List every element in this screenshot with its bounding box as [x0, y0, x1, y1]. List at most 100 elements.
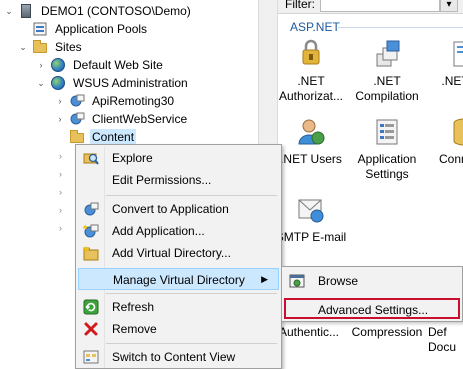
feature-label: Authentic...	[278, 325, 340, 339]
compilation-icon	[371, 38, 403, 70]
expand-icon[interactable]: ›	[59, 169, 69, 179]
expand-icon[interactable]: ›	[59, 223, 69, 233]
expand-icon[interactable]: ›	[59, 205, 69, 215]
collapse-icon[interactable]: ⌄	[18, 42, 28, 52]
menu-item-label: Remove	[112, 322, 157, 336]
tree-node-wsus[interactable]: ⌄ WSUS Administration	[36, 74, 190, 92]
filter-label: Filter:	[285, 0, 315, 11]
feature-net-compilation[interactable]: .NET Compilation	[351, 38, 423, 104]
tree-node-app-pools[interactable]: Application Pools	[18, 20, 149, 38]
tree-node-label: WSUS Administration	[73, 76, 188, 90]
menu-item-manage-virtual-directory[interactable]: Manage Virtual Directory ▶	[78, 268, 279, 290]
section-header: ASP.NET	[290, 20, 340, 34]
tree-node-server[interactable]: ⌄ DEMO1 (CONTOSO\Demo)	[4, 2, 193, 20]
menu-item-label: Manage Virtual Directory	[113, 273, 245, 287]
globe-icon	[50, 75, 66, 91]
app-pools-icon	[32, 21, 48, 37]
globe-icon	[50, 57, 66, 73]
menu-item-add-application[interactable]: Add Application...	[78, 220, 279, 242]
highlight-box	[284, 298, 460, 319]
menu-item-label: Add Virtual Directory...	[112, 246, 231, 260]
section-divider	[338, 27, 463, 28]
authorization-icon	[295, 38, 327, 70]
filter-dropdown-icon[interactable]: ▾	[440, 0, 458, 12]
menu-item-label: Browse	[318, 274, 359, 288]
tree-node-client[interactable]: › ClientWebService	[55, 110, 189, 128]
menu-item-refresh[interactable]: Refresh	[78, 296, 279, 318]
content-view-icon	[83, 349, 99, 365]
expand-icon[interactable]: ›	[59, 187, 69, 197]
tree-node-label: ClientWebService	[92, 112, 188, 126]
expand-icon[interactable]: ›	[55, 114, 65, 124]
menu-item-add-virtual-directory[interactable]: Add Virtual Directory...	[78, 242, 279, 264]
tree-node-sites[interactable]: ⌄ Sites	[18, 38, 84, 56]
settings-list-icon	[371, 116, 403, 148]
convert-icon	[83, 201, 99, 217]
remove-icon	[83, 321, 99, 337]
menu-item-remove[interactable]: Remove	[78, 318, 279, 340]
collapse-icon[interactable]: ⌄	[36, 78, 46, 88]
menu-item-label: Add Application...	[112, 224, 205, 238]
menu-item-label: Edit Permissions...	[112, 173, 212, 187]
menu-item-label: Explore	[112, 151, 153, 165]
browse-icon	[289, 273, 305, 289]
feature-label: Application Settings	[357, 152, 417, 181]
add-virtual-directory-icon	[83, 245, 99, 261]
email-icon	[295, 194, 327, 226]
feature-label: Def Docu	[428, 325, 457, 354]
tree-node-label: Content	[90, 129, 137, 145]
menu-separator	[106, 343, 277, 344]
feature-net-users[interactable]: .NET Users	[278, 116, 347, 167]
menu-separator	[106, 195, 277, 196]
tree-node-label: Sites	[55, 40, 82, 54]
menu-separator	[106, 293, 277, 294]
context-menu: Explore Edit Permissions... Convert to A…	[75, 144, 282, 369]
expand-icon[interactable]: ›	[36, 60, 46, 70]
refresh-icon	[83, 299, 99, 315]
feature-label: .NET Users	[280, 152, 342, 166]
submenu-arrow-icon: ▶	[261, 274, 268, 284]
feature-label: .NET Compilation	[355, 74, 419, 103]
application-icon	[69, 93, 85, 109]
feature-label: Compression	[351, 325, 423, 339]
feature-connection-strings[interactable]: Conn Stri	[428, 116, 463, 167]
submenu-manage-virtual-directory: Browse Advanced Settings...	[281, 266, 463, 322]
explore-icon	[83, 150, 99, 166]
tree-node-label: ApiRemoting30	[92, 94, 175, 108]
menu-item-convert-to-application[interactable]: Convert to Application	[78, 198, 279, 220]
tree-node-default-site[interactable]: › Default Web Site	[36, 56, 165, 74]
feature-compression[interactable]: Compression	[351, 325, 423, 340]
menu-item-explore[interactable]: Explore	[78, 147, 279, 169]
menu-item-edit-permissions[interactable]: Edit Permissions...	[78, 169, 279, 191]
feature-authentication[interactable]: Authentic...	[278, 325, 341, 340]
tree-node-label: DEMO1 (CONTOSO\Demo)	[41, 4, 191, 18]
menu-item-label: Refresh	[112, 300, 155, 314]
virtual-directory-icon	[69, 129, 85, 145]
feature-default-document[interactable]: Def Docu	[428, 325, 463, 355]
sites-folder-icon	[32, 39, 48, 55]
tree-node-api[interactable]: › ApiRemoting30	[55, 92, 176, 110]
feature-label: SMTP E-mail	[278, 230, 347, 244]
feature-smtp-email[interactable]: SMTP E-mail	[278, 194, 347, 245]
feature-application-settings[interactable]: Application Settings	[351, 116, 423, 182]
users-icon	[295, 116, 327, 148]
feature-label: .NET Authorizat...	[278, 74, 344, 103]
feature-net-pages[interactable]: .NET Pa	[428, 38, 463, 89]
feature-net-authorization[interactable]: .NET Authorizat...	[278, 38, 347, 104]
menu-item-label: Convert to Application	[112, 202, 229, 216]
menu-item-label: Switch to Content View	[112, 350, 236, 364]
tree-node-label: Default Web Site	[73, 58, 163, 72]
tree-node-label: Application Pools	[55, 22, 148, 36]
feature-label: Conn Stri	[438, 152, 463, 166]
database-icon	[448, 116, 463, 148]
expand-icon[interactable]: ›	[55, 96, 65, 106]
menu-item-switch-content-view[interactable]: Switch to Content View	[78, 346, 279, 368]
server-icon	[18, 3, 34, 19]
add-application-icon	[83, 223, 99, 239]
filter-bar: Filter: ▾	[278, 0, 463, 14]
menu-item-browse[interactable]: Browse	[284, 270, 460, 292]
pages-icon	[448, 38, 463, 70]
filter-input[interactable]	[320, 0, 440, 12]
expand-icon[interactable]: ›	[59, 151, 69, 161]
collapse-icon[interactable]: ⌄	[4, 6, 14, 16]
